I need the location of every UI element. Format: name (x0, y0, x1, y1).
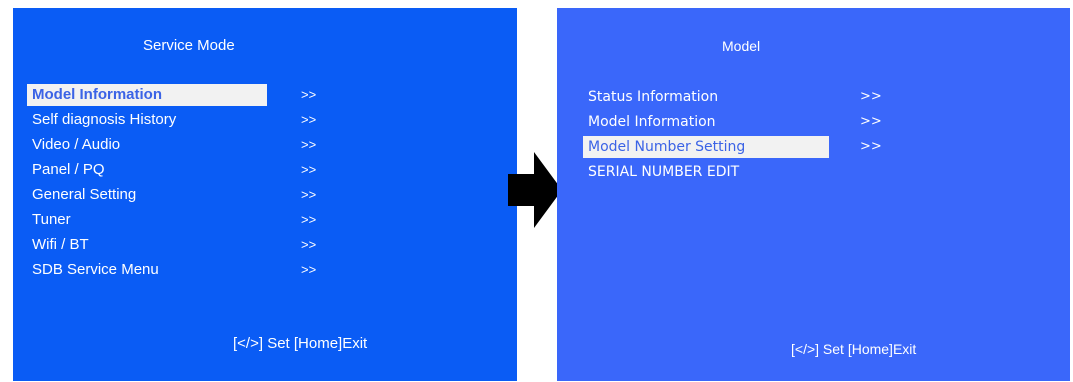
menu-item-label: Model Information (27, 83, 267, 106)
key-hint-footer: [</>] Set [Home]Exit (233, 335, 368, 352)
menu-item-model-information[interactable]: Model Information >> (27, 82, 337, 107)
menu-item-sdb-service-menu[interactable]: SDB Service Menu >> (27, 257, 337, 282)
menu-item-panel-pq[interactable]: Panel / PQ >> (27, 157, 337, 182)
submenu-arrow-icon: >> (860, 88, 882, 104)
submenu-arrow-icon: >> (301, 161, 317, 177)
menu-item-serial-number-edit[interactable]: SERIAL NUMBER EDIT (583, 159, 893, 184)
model-menu: Status Information >> Model Information … (583, 84, 893, 184)
menu-item-label: Model Number Setting (583, 135, 829, 158)
submenu-arrow-icon: >> (301, 136, 317, 152)
service-mode-panel: Service Mode Model Information >> Self d… (13, 8, 517, 381)
menu-item-general-setting[interactable]: General Setting >> (27, 182, 337, 207)
model-panel: Model Status Information >> Model Inform… (557, 8, 1070, 381)
menu-item-self-diagnosis-history[interactable]: Self diagnosis History >> (27, 107, 337, 132)
key-hint-footer: [</>] Set [Home]Exit (791, 341, 917, 357)
menu-item-tuner[interactable]: Tuner >> (27, 207, 337, 232)
menu-item-label: Status Information (588, 88, 719, 105)
submenu-arrow-icon: >> (860, 113, 882, 129)
menu-item-video-audio[interactable]: Video / Audio >> (27, 132, 337, 157)
menu-item-label: General Setting (32, 185, 137, 203)
menu-item-label: SDB Service Menu (32, 260, 159, 278)
service-mode-menu: Model Information >> Self diagnosis Hist… (27, 82, 337, 282)
submenu-arrow-icon: >> (860, 138, 882, 154)
submenu-arrow-icon: >> (301, 86, 317, 102)
menu-item-model-information[interactable]: Model Information >> (583, 109, 893, 134)
menu-item-label: Model Information (588, 113, 716, 130)
submenu-arrow-icon: >> (301, 111, 317, 127)
submenu-arrow-icon: >> (301, 261, 317, 277)
menu-item-label: Wifi / BT (32, 235, 89, 253)
menu-item-label: SERIAL NUMBER EDIT (588, 163, 740, 180)
service-mode-title: Service Mode (143, 37, 235, 54)
menu-item-model-number-setting[interactable]: Model Number Setting >> (583, 134, 893, 159)
submenu-arrow-icon: >> (301, 211, 317, 227)
menu-item-wifi-bt[interactable]: Wifi / BT >> (27, 232, 337, 257)
menu-item-label: Video / Audio (32, 135, 121, 153)
submenu-arrow-icon: >> (301, 236, 317, 252)
menu-item-label: Panel / PQ (32, 160, 105, 178)
menu-item-label: Self diagnosis History (32, 110, 177, 128)
right-arrow-icon (508, 152, 562, 228)
submenu-arrow-icon: >> (301, 186, 317, 202)
menu-item-label: Tuner (32, 210, 71, 228)
menu-item-status-information[interactable]: Status Information >> (583, 84, 893, 109)
model-title: Model (722, 38, 761, 54)
